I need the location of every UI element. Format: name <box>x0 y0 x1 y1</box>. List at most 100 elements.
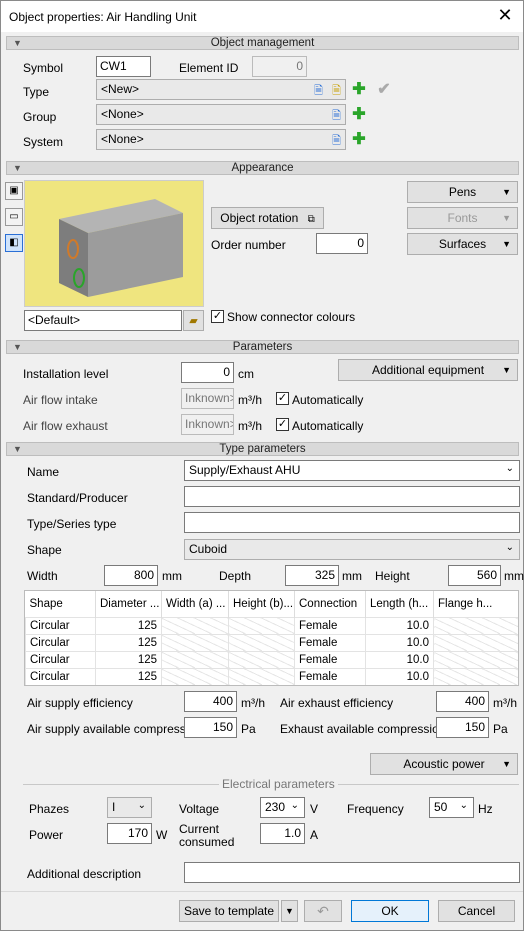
depth-input[interactable]: 325 <box>285 565 339 586</box>
column-header[interactable]: Diameter ... <box>95 591 162 617</box>
standard-producer-input[interactable] <box>184 486 520 507</box>
order-number-input[interactable]: 0 <box>316 233 368 254</box>
column-header[interactable]: Length (h... <box>365 591 434 617</box>
installation-level-input[interactable]: 0 <box>181 362 234 383</box>
exhaust-automatically-checkbox[interactable]: ✓ <box>276 418 289 431</box>
table-row[interactable]: Circular 125 Female 10.0 <box>25 633 518 652</box>
cell-length[interactable]: 10.0 <box>365 616 434 635</box>
pens-button[interactable]: Pens ▼ <box>407 181 518 203</box>
chevron-down-icon: ⌄ <box>137 800 146 811</box>
width-input[interactable]: 800 <box>104 565 158 586</box>
additional-description-input[interactable] <box>184 862 520 883</box>
table-row[interactable]: Circular 125 Female 10.0 <box>25 650 518 669</box>
name-dropdown[interactable]: Supply/Exhaust AHU ⌄ <box>184 460 520 481</box>
dropdown-arrow-icon: ▼ <box>285 906 294 916</box>
column-header[interactable]: Flange h... <box>433 591 518 617</box>
close-icon[interactable]: ✕ <box>495 5 515 26</box>
add-system-icon[interactable]: ✚ <box>350 131 368 149</box>
column-header[interactable]: Height (b)... <box>228 591 295 617</box>
phazes-value: I <box>112 800 116 814</box>
frequency-dropdown[interactable]: 50 ⌄ <box>429 797 474 818</box>
height-input[interactable]: 560 <box>448 565 501 586</box>
ok-button[interactable]: OK <box>351 900 429 922</box>
show-connector-colours-checkbox[interactable]: ✓ <box>211 310 224 323</box>
cell-shape[interactable]: Circular <box>25 650 96 669</box>
object-rotation-button[interactable]: Object rotation ⧉ <box>211 207 324 229</box>
confirm-type-icon[interactable]: ✔ <box>375 81 393 99</box>
intake-automatically-checkbox[interactable]: ✓ <box>276 392 289 405</box>
cell-shape[interactable]: Circular <box>25 616 96 635</box>
section-title: Type parameters <box>219 443 306 455</box>
group-combo[interactable]: <None> 🗎 <box>96 104 346 125</box>
cube-view-icon[interactable]: ◧ <box>5 234 23 252</box>
cell-connection[interactable]: Female <box>294 667 366 685</box>
section-appearance[interactable]: ▼ Appearance <box>6 161 519 175</box>
section-object-management[interactable]: ▼ Object management <box>6 36 519 50</box>
current-input[interactable]: 1.0 <box>260 823 305 844</box>
table-row[interactable]: Circular 125 Female 10.0 <box>25 616 518 635</box>
section-type-parameters[interactable]: ▼ Type parameters <box>6 442 519 456</box>
save-template-dropdown-button[interactable]: ▼ <box>281 900 298 922</box>
connectors-table[interactable]: Shape Diameter ... Width (a) ... Height … <box>24 590 519 686</box>
power-label: Power <box>29 828 64 842</box>
column-header[interactable]: Connection <box>294 591 366 617</box>
exhaust-compression-input[interactable]: 150 <box>436 717 489 738</box>
cell-length[interactable]: 10.0 <box>365 667 434 685</box>
surfaces-button[interactable]: Surfaces ▼ <box>407 233 518 255</box>
supply-compression-label: Air supply available compression <box>27 722 202 736</box>
preview-pane[interactable] <box>24 180 204 307</box>
shape-dropdown[interactable]: Cuboid ⌄ <box>184 539 520 560</box>
browse-icon[interactable]: 🗎 <box>314 82 323 101</box>
current-label-line1: Current <box>179 822 220 836</box>
cell-connection[interactable]: Female <box>294 650 366 669</box>
fonts-button[interactable]: Fonts ▼ <box>407 207 518 229</box>
undo-button[interactable]: ↶ <box>304 900 342 922</box>
rotation-icon: ⧉ <box>307 214 315 225</box>
chevron-icon: ▼ <box>13 444 22 454</box>
cell-length[interactable]: 10.0 <box>365 650 434 669</box>
supply-compression-input[interactable]: 150 <box>184 717 237 738</box>
browse-icon[interactable]: 🗎 <box>332 107 341 126</box>
cell-shape[interactable]: Circular <box>25 667 96 685</box>
browse-icon[interactable]: 🗎 <box>332 132 341 151</box>
open-folder-icon[interactable]: ▰ <box>183 310 204 331</box>
cell-length[interactable]: 10.0 <box>365 633 434 652</box>
table-row[interactable]: Circular 125 Female 10.0 <box>25 667 518 685</box>
section-title: Object management <box>210 37 315 49</box>
chevron-down-icon: ⌄ <box>505 542 514 553</box>
edit-icon[interactable]: 🗎 <box>332 82 341 101</box>
voltage-dropdown[interactable]: 230 ⌄ <box>260 797 305 818</box>
additional-equipment-button[interactable]: Additional equipment ▼ <box>338 359 518 381</box>
type-combo[interactable]: <New> 🗎 🗎 <box>96 79 346 100</box>
section-parameters[interactable]: ▼ Parameters <box>6 340 519 354</box>
cell-connection[interactable]: Female <box>294 633 366 652</box>
air-exhaust-efficiency-input[interactable]: 400 <box>436 691 489 712</box>
symbol-input[interactable]: CW1 <box>96 56 151 77</box>
save-to-template-button[interactable]: Save to template <box>179 900 279 922</box>
cell-diameter[interactable]: 125 <box>95 667 162 685</box>
frequency-unit: Hz <box>478 802 493 816</box>
phazes-dropdown[interactable]: I ⌄ <box>107 797 152 818</box>
air-supply-efficiency-unit: m³/h <box>241 696 265 710</box>
cancel-button[interactable]: Cancel <box>438 900 515 922</box>
folder-icon[interactable]: ▭ <box>5 208 23 226</box>
cell-shape[interactable]: Circular <box>25 633 96 652</box>
order-number-label: Order number <box>211 238 286 252</box>
depth-unit: mm <box>342 569 362 583</box>
add-group-icon[interactable]: ✚ <box>350 106 368 124</box>
add-type-icon[interactable]: ✚ <box>350 81 368 99</box>
camera-icon[interactable]: ▣ <box>5 182 23 200</box>
acoustic-power-button[interactable]: Acoustic power ▼ <box>370 753 518 775</box>
column-header[interactable]: Shape <box>25 591 96 617</box>
air-supply-efficiency-input[interactable]: 400 <box>184 691 237 712</box>
power-input[interactable]: 170 <box>107 823 152 844</box>
cell-diameter[interactable]: 125 <box>95 616 162 635</box>
cell-diameter[interactable]: 125 <box>95 633 162 652</box>
cell-connection[interactable]: Female <box>294 616 366 635</box>
power-unit: W <box>156 828 168 842</box>
cell-diameter[interactable]: 125 <box>95 650 162 669</box>
style-input[interactable]: <Default> <box>24 310 182 331</box>
column-header[interactable]: Width (a) ... <box>161 591 229 617</box>
series-type-input[interactable] <box>184 512 520 533</box>
system-combo[interactable]: <None> 🗎 <box>96 129 346 150</box>
